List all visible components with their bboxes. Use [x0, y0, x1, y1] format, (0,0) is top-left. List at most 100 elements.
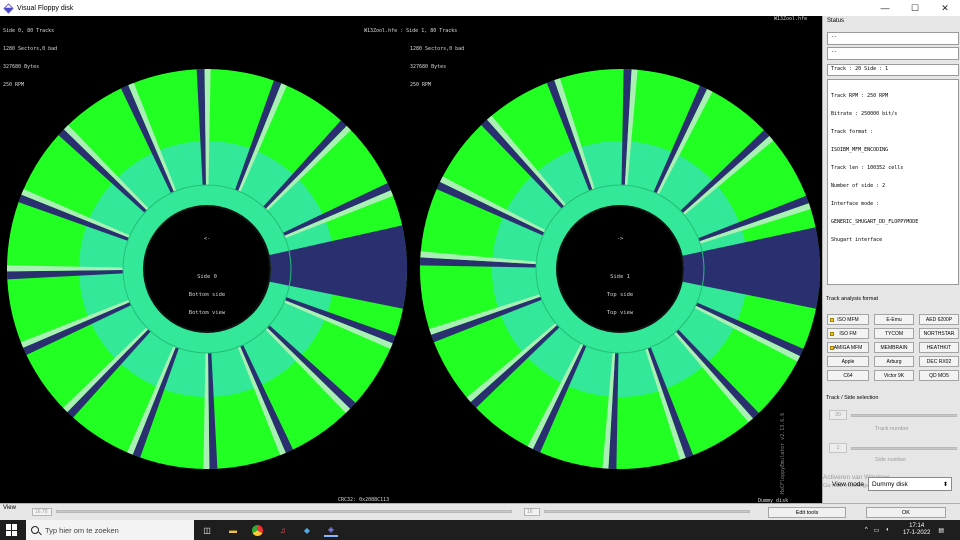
format-button-membrain[interactable]: MEMBRAIN: [874, 342, 914, 353]
maximize-icon[interactable]: ☐: [900, 0, 930, 16]
caption-line: Top side: [606, 292, 634, 298]
active-led-icon: [830, 318, 834, 322]
format-button-apple[interactable]: Apple: [827, 356, 869, 367]
format-button-label: TYCOM: [884, 330, 904, 337]
right-disk-caption: Side 1 Top side Top view: [583, 262, 657, 328]
track-side-title: Track / Side selection: [826, 395, 879, 401]
task-view-icon[interactable]: ◫: [200, 523, 214, 537]
side-number-value[interactable]: 1: [829, 443, 847, 453]
app-icon-generic[interactable]: ◆: [300, 523, 314, 537]
format-button-victor-9k[interactable]: Victor 9K: [874, 370, 914, 381]
view-bar: View 16.70 16 Edit tools OK: [0, 503, 960, 520]
detail-line: Track RPM : 250 RPM: [831, 93, 889, 99]
detail-line: Shugart interface: [831, 237, 883, 243]
format-button-label: Arburg: [886, 358, 902, 365]
windows-start-icon[interactable]: [6, 524, 18, 536]
side-number-label: Side number: [875, 457, 907, 463]
app-icon: [3, 2, 14, 14]
taskbar-search[interactable]: Typ hier om te zoeken: [26, 520, 194, 540]
app-window: Visual Floppy disk — ☐ ✕ Side 0, 80 Trac…: [0, 0, 960, 540]
track-number-value[interactable]: 20: [829, 410, 847, 420]
format-button-amiga-mfm[interactable]: AMIGA MFM: [827, 342, 869, 353]
view-zoom-field[interactable]: 16.70: [32, 508, 52, 516]
format-button-label: ISO FM: [839, 330, 857, 337]
center-disk-info: W13Zool.hfe : Side 1, 80 Tracks 1280 Sec…: [364, 16, 464, 100]
track-side-field: Track : 20 Side : 1: [827, 64, 959, 76]
track-analysis-title: Track analysis format: [826, 296, 879, 302]
file-explorer-icon[interactable]: ▬: [226, 523, 240, 537]
window-title: Visual Floppy disk: [17, 4, 74, 12]
format-button-heathkit[interactable]: HEATHKIT: [919, 342, 959, 353]
format-button-label: AED 6200P: [925, 316, 953, 323]
clock[interactable]: 17:14 17-1-2022: [903, 523, 930, 537]
chrome-icon[interactable]: [250, 523, 264, 537]
status-field-2: --: [827, 47, 959, 60]
left-disk-arrow: <-: [203, 236, 211, 242]
volume-icon[interactable]: ◖: [885, 527, 889, 533]
active-led-icon: [830, 346, 834, 350]
status-title: Status: [827, 18, 845, 24]
side-number-slider[interactable]: [851, 447, 957, 450]
format-button-label: Victor 9K: [883, 372, 905, 379]
format-button-label: MEMBRAIN: [880, 344, 908, 351]
format-button-northstar[interactable]: NORTHSTAR: [919, 328, 959, 339]
caption-line: Bottom side: [188, 292, 226, 298]
search-placeholder: Typ hier om te zoeken: [45, 525, 119, 535]
track-number-label: Track number: [875, 426, 909, 432]
title-bar: Visual Floppy disk — ☐ ✕: [0, 0, 960, 16]
view-x-slider[interactable]: [56, 510, 512, 513]
format-button-label: AMIGA MFM: [833, 344, 863, 351]
music-app-icon[interactable]: ♫: [276, 523, 290, 537]
format-button-label: ISO MFM: [837, 316, 859, 323]
chevron-up-icon[interactable]: ^: [865, 527, 868, 533]
status-panel: Status -- -- Track : 20 Side : 1 Track R…: [822, 16, 960, 506]
view-y-slider[interactable]: [544, 510, 750, 513]
clock-date: 17-1-2022: [902, 530, 931, 536]
detail-line: ISOIBM_MFM_ENCODING: [831, 147, 889, 153]
format-button-iso-mfm[interactable]: ISO MFM: [827, 314, 869, 325]
track-number-slider[interactable]: [851, 414, 957, 417]
left-disk-caption: Side 0 Bottom side Bottom view: [170, 262, 244, 328]
view-offset-field[interactable]: 16: [524, 508, 540, 516]
info-line: 250 RPM: [410, 82, 432, 88]
format-button-grid: ISO MFM E-Emu AED 6200P ISO FM TYCOM NORTHSTA…: [827, 314, 959, 381]
active-led-icon: [830, 332, 834, 336]
format-button-label: E-Emu: [886, 316, 902, 323]
info-line: 327680 Bytes: [410, 64, 447, 70]
detail-line: GENERIC_SHUGART_DD_FLOPPYMODE: [831, 219, 919, 225]
format-button-c64[interactable]: C64: [827, 370, 869, 381]
format-button-qd-mo5[interactable]: QD MO5: [919, 370, 959, 381]
notification-icon[interactable]: ▤: [938, 527, 944, 534]
info-line: 327680 Bytes: [3, 64, 40, 70]
info-line: 1280 Sectors,0 bad: [410, 46, 465, 52]
disk-view-canvas[interactable]: Side 0, 80 Tracks 1280 Sectors,0 bad 327…: [0, 16, 822, 506]
format-button-e-emu[interactable]: E-Emu: [874, 314, 914, 325]
windows-taskbar: Typ hier om te zoeken ◫ ▬ ♫ ◆ ◈ ^ ▭ ◖ 17…: [0, 520, 960, 540]
view-mode-label: View mode: [832, 481, 865, 488]
close-icon[interactable]: ✕: [930, 0, 960, 16]
format-button-label: HEATHKIT: [926, 344, 952, 351]
right-disk-arrow: ->: [616, 236, 624, 242]
edit-tools-button[interactable]: Edit tools: [768, 507, 846, 518]
format-button-aed-6200p[interactable]: AED 6200P: [919, 314, 959, 325]
info-line: W13Zool.hfe : Side 1, 80 Tracks: [364, 28, 458, 34]
format-button-arburg[interactable]: Arburg: [874, 356, 914, 367]
detail-line: Bitrate : 250000 bit/s: [831, 111, 898, 117]
format-button-label: DEC RX02: [926, 358, 952, 365]
view-mode-select[interactable]: Dummy disk ⬍: [868, 477, 952, 491]
caption-line: Side 1: [610, 274, 630, 280]
ok-button[interactable]: OK: [866, 507, 946, 518]
visual-floppy-taskbar-icon[interactable]: ◈: [324, 523, 338, 537]
view-label: View: [3, 505, 16, 511]
format-button-tycom[interactable]: TYCOM: [874, 328, 914, 339]
view-mode-value: Dummy disk: [872, 480, 908, 488]
caption-line: Top view: [606, 310, 634, 316]
format-button-dec-rx02[interactable]: DEC RX02: [919, 356, 959, 367]
format-button-label: QD MO5: [929, 372, 949, 379]
format-button-iso-fm[interactable]: ISO FM: [827, 328, 869, 339]
status-field-1: --: [827, 32, 959, 45]
network-icon[interactable]: ▭: [874, 527, 880, 534]
right-file-name: W13Zool.hfe: [774, 16, 808, 22]
detail-line: Number of side : 2: [831, 183, 886, 189]
minimize-icon[interactable]: —: [870, 0, 900, 16]
